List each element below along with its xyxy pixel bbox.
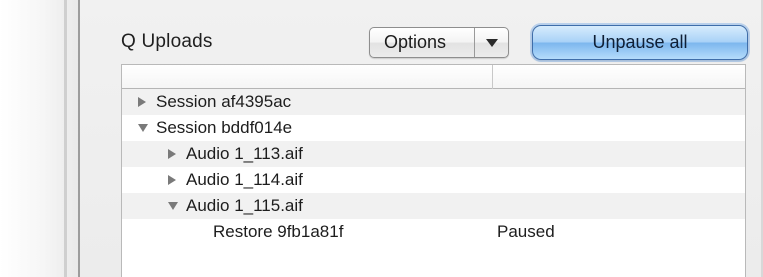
row-label: Session af4395ac bbox=[156, 92, 292, 111]
row-label: Audio 1_114.aif bbox=[186, 170, 303, 189]
options-arrow-button[interactable] bbox=[474, 28, 508, 57]
status-label: Paused bbox=[497, 222, 555, 241]
row-label: Audio 1_115.aif bbox=[186, 196, 303, 215]
unpause-all-button[interactable]: Unpause all bbox=[532, 25, 748, 60]
row-label: Session bddf014e bbox=[156, 118, 293, 137]
options-label: Options bbox=[384, 32, 447, 52]
outline-row-restore-9fb1a81f[interactable]: Restore 9fb1a81f Paused bbox=[122, 219, 745, 245]
window-divider bbox=[64, 0, 67, 277]
outline-row-audio-114[interactable]: Audio 1_114.aif bbox=[122, 167, 745, 193]
outline-row-session-bddf014e[interactable]: Session bddf014e bbox=[122, 115, 745, 141]
chevron-down-icon bbox=[485, 38, 498, 47]
triangle-down-icon[interactable] bbox=[168, 202, 178, 210]
outline-row-audio-113[interactable]: Audio 1_113.aif bbox=[122, 141, 745, 167]
uploads-outline: Session af4395ac Session bddf014e Audio … bbox=[121, 64, 746, 277]
row-label: Audio 1_113.aif bbox=[186, 144, 303, 163]
row-label: Restore 9fb1a81f bbox=[213, 222, 344, 241]
column-header bbox=[122, 65, 745, 89]
column-divider[interactable] bbox=[492, 65, 493, 89]
uploads-panel: Q Uploads Options Unpause all Session af… bbox=[80, 0, 763, 277]
outline-rows: Session af4395ac Session bddf014e Audio … bbox=[122, 89, 745, 245]
options-dropdown[interactable]: Options bbox=[369, 27, 509, 58]
outline-row-audio-115[interactable]: Audio 1_115.aif bbox=[122, 193, 745, 219]
outline-row-session-af4395ac[interactable]: Session af4395ac bbox=[122, 89, 745, 115]
triangle-right-icon[interactable] bbox=[168, 175, 176, 185]
triangle-right-icon[interactable] bbox=[138, 97, 146, 107]
panel-title: Q Uploads bbox=[121, 31, 213, 52]
triangle-down-icon[interactable] bbox=[138, 124, 148, 132]
triangle-right-icon[interactable] bbox=[168, 149, 176, 159]
window: Q Uploads Options Unpause all Session af… bbox=[0, 0, 763, 277]
